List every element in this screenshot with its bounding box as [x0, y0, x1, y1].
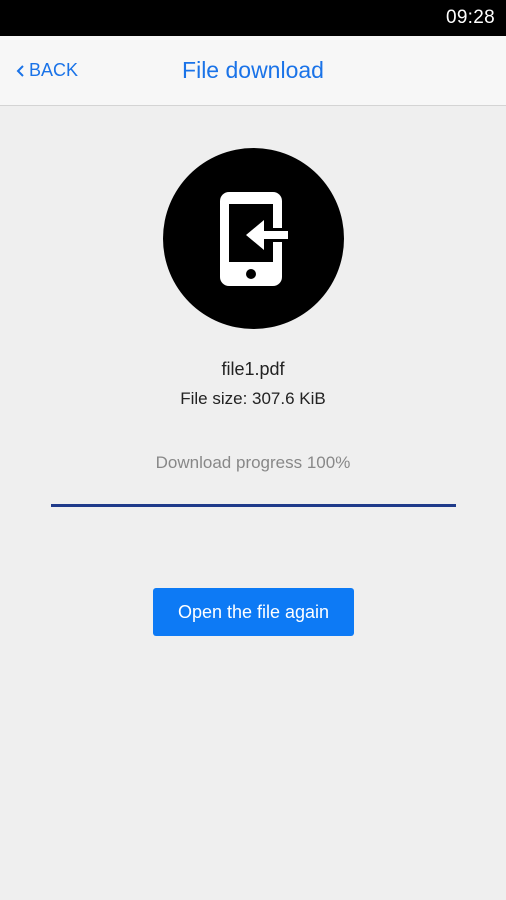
download-progress-label: Download progress 100%	[155, 453, 351, 472]
navigation-bar: BACK File download	[0, 36, 506, 106]
download-icon-circle	[163, 148, 344, 329]
status-bar: 09:28	[0, 0, 506, 36]
file-size: File size: 307.6 KiB	[180, 389, 326, 408]
status-time: 09:28	[445, 7, 495, 28]
open-file-again-button[interactable]: Open the file again	[153, 588, 354, 636]
phone-receive-icon	[220, 192, 291, 286]
file-name: file1.pdf	[221, 359, 285, 379]
download-progress-fill	[51, 504, 456, 507]
download-progress-bar	[51, 504, 456, 507]
page-title: File download	[182, 57, 324, 83]
